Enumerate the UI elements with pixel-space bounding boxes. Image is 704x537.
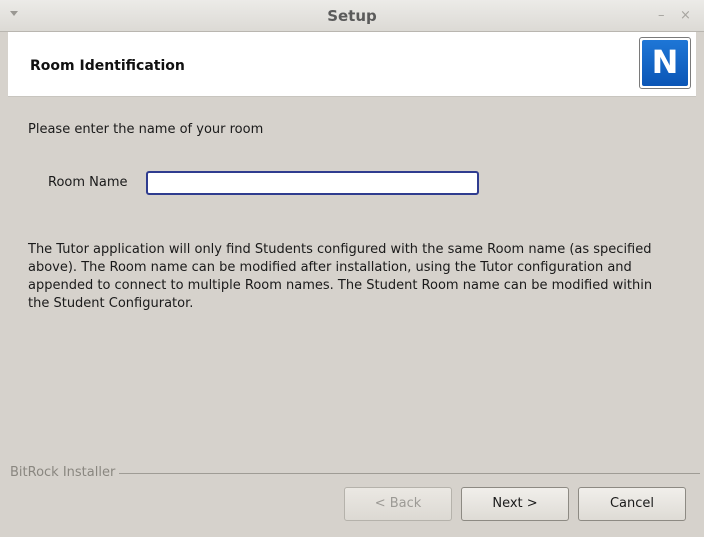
installer-label: BitRock Installer [10, 465, 120, 480]
room-prompt: Please enter the name of your room [28, 122, 264, 137]
page-header: Room Identification N [8, 32, 696, 97]
logo-icon: N [639, 37, 691, 89]
window-title: Setup [327, 7, 377, 25]
room-info-text: The Tutor application will only find Stu… [28, 242, 653, 311]
minimize-icon[interactable]: – [658, 8, 665, 23]
page-title: Room Identification [30, 58, 185, 74]
room-name-input[interactable] [146, 171, 479, 195]
room-name-label: Room Name [48, 175, 128, 190]
logo-letter: N [642, 40, 688, 86]
cancel-button[interactable]: Cancel [578, 487, 686, 521]
setup-window: Setup – × Room Identification N Please e… [0, 0, 704, 537]
next-button[interactable]: Next > [461, 487, 569, 521]
title-bar[interactable]: Setup – × [0, 0, 704, 32]
back-button[interactable]: < Back [344, 487, 452, 521]
close-icon[interactable]: × [680, 8, 691, 23]
